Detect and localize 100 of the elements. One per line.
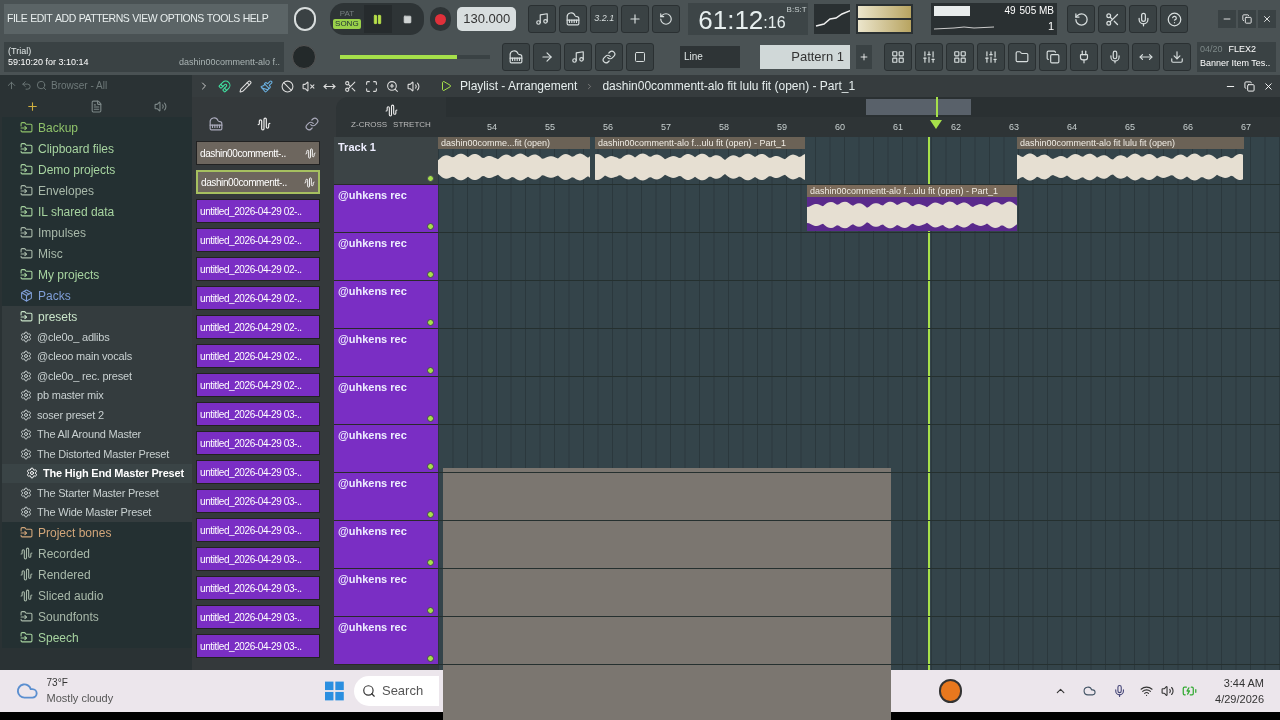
channel-button[interactable]: untitled_2026-04-29 03-.. [196,547,320,571]
add-pattern-button[interactable] [856,44,872,69]
preset-item[interactable]: soser preset 2 [2,405,192,425]
countdown-button[interactable]: 3.2.1 [590,5,619,33]
preset-item[interactable]: The Starter Master Preset [2,483,192,503]
mixer-icon[interactable] [977,42,1005,71]
track-header[interactable]: @uhkens rec [334,377,438,425]
horizontal-scrollbar[interactable] [446,97,1280,117]
link-icon[interactable] [305,117,319,131]
track-led-icon[interactable] [427,511,434,518]
scissors-icon[interactable] [344,79,357,93]
browser-folder[interactable]: Backup [38,118,79,137]
scroll-thumb[interactable] [866,99,971,115]
scissors-icon[interactable] [1098,5,1126,33]
preset-item[interactable]: @cle0o_ adlibs [2,327,192,347]
channel-button[interactable]: untitled_2026-04-29 02-.. [196,315,320,339]
channel-button[interactable]: untitled_2026-04-29 02-.. [196,286,320,310]
track-led-icon[interactable] [427,175,434,182]
play-icon[interactable] [440,80,452,92]
channel-button[interactable]: untitled_2026-04-29 02-.. [196,228,320,252]
waveform-icon[interactable] [257,117,271,131]
preset-item[interactable]: The Distorted Master Preset [2,444,192,464]
pause-button[interactable] [363,5,392,33]
browser-icon[interactable] [1008,42,1036,71]
timeline-ruler[interactable]: 54 55 56 57 58 59 60 61 62 63 64 65 66 67 [446,117,1280,137]
track-led-icon[interactable] [427,415,434,422]
delete-icon[interactable] [281,79,294,93]
master-volume-slider[interactable] [340,54,490,59]
pattern-selector[interactable]: Pattern 1 [760,44,850,69]
note-icon[interactable] [564,42,592,71]
track-led-icon[interactable] [427,319,434,326]
menu-item[interactable]: TOOLS [206,11,240,27]
zcross-toggle[interactable]: Z-CROSS [351,118,388,131]
brush-icon[interactable] [260,79,273,93]
waveform-icon[interactable] [384,103,398,117]
preset-item[interactable]: The Wide Master Preset [2,502,192,522]
preset-item[interactable]: pb master mix [2,385,192,405]
windows-start-icon[interactable] [325,681,344,701]
preset-item[interactable]: The All Around Master [2,424,192,444]
menu-item[interactable]: HELP [242,11,269,27]
playhead-marker-icon[interactable] [930,120,942,129]
channel-button[interactable]: untitled_2026-04-29 03-.. [196,460,320,484]
tempo-display[interactable]: 130.000 [457,7,517,31]
microphone-icon[interactable] [1112,684,1126,698]
track-led-icon[interactable] [427,367,434,374]
audio-clip[interactable]: dashin00commentt-alo f...ulu fit (open) - Part_1 [807,185,1017,231]
piano-icon[interactable] [502,42,530,71]
restore-icon[interactable] [1244,80,1255,92]
channel-button[interactable]: untitled_2026-04-29 03-.. [196,402,320,426]
track-led-icon[interactable] [427,463,434,470]
channel-button[interactable]: untitled_2026-04-29 03-.. [196,576,320,600]
menu-item[interactable]: VIEW [132,11,158,27]
audio-clip[interactable]: dashin00comme...fit (open) [438,137,590,183]
browser-folder[interactable]: presets [38,307,78,326]
documents-icon[interactable] [1039,42,1067,71]
track-header[interactable]: @uhkens rec [334,185,438,233]
channel-button[interactable]: untitled_2026-04-29 03-.. [196,634,320,658]
browser-folder[interactable]: Packs [38,286,71,305]
speaker-icon[interactable] [153,99,167,113]
track-led-icon[interactable] [427,607,434,614]
wifi-icon[interactable] [1139,684,1153,698]
audio-clip[interactable]: dashin00commentt-alo fit lulu fit (open) [1017,137,1244,183]
mute-icon[interactable] [302,79,315,93]
channel-button[interactable]: untitled_2026-04-29 03-.. [196,489,320,513]
track-header[interactable]: @uhkens rec [334,281,438,329]
track-header[interactable]: Track 1 [334,137,438,185]
close-button[interactable] [1258,10,1276,28]
channel-button[interactable]: untitled_2026-04-29 02-.. [196,199,320,223]
download-icon[interactable] [1163,42,1191,71]
menu-item[interactable]: EDIT [30,11,53,27]
audio-clip[interactable]: dashin00commentt-alo f...ulu fit (open) - Part_1 [595,137,805,183]
channel-button[interactable]: dashin00commentt-.. [196,141,320,165]
record-button[interactable] [429,7,452,31]
track-header[interactable]: @uhkens rec [334,473,438,521]
up-icon[interactable] [6,79,17,91]
menu-item[interactable]: ADD [55,11,76,27]
menu-item[interactable]: PATTERNS [78,11,130,27]
link-icon[interactable] [595,42,623,71]
channel-button[interactable]: untitled_2026-04-29 02-.. [196,373,320,397]
undo-icon[interactable] [1067,5,1095,33]
volume-icon[interactable] [1160,684,1175,698]
zoom-icon[interactable] [386,79,399,93]
track-header[interactable]: @uhkens rec [334,569,438,617]
help-icon[interactable] [1160,5,1188,33]
microphone-icon[interactable] [1129,5,1157,33]
cloud-icon[interactable] [1083,684,1097,698]
channel-button[interactable]: untitled_2026-04-29 03-.. [196,431,320,455]
browser-folder[interactable]: Speech [38,628,79,647]
speaker-icon[interactable] [407,79,420,93]
track-led-icon[interactable] [427,655,434,662]
clock-date[interactable]: 4/29/2026 [1215,691,1264,708]
channel-button[interactable]: untitled_2026-04-29 02-.. [196,257,320,281]
track-header[interactable]: @uhkens rec [334,329,438,377]
news-panel[interactable]: 04/20 FLEX2 Banner Item Tes.. [1197,41,1276,72]
track-led-icon[interactable] [427,559,434,566]
channel-button[interactable]: dashin00commentt-.. [196,170,320,194]
clock-time[interactable]: 3:44 AM [1223,674,1264,691]
plus-icon[interactable] [25,99,39,113]
minimize-button[interactable] [1218,10,1236,28]
select-icon[interactable] [365,79,378,93]
